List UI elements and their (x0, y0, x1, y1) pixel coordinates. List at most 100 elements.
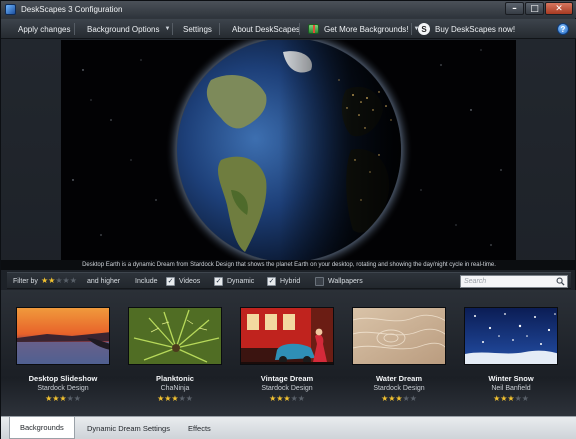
apply-changes-label: Apply changes (18, 24, 71, 34)
card-rating: ★ ★ ★ ★ ★ (343, 395, 455, 403)
videos-check-icon[interactable]: ✓ (166, 276, 175, 286)
background-card[interactable]: Planktonic ChaNinja ★ ★ ★ ★ ★ (119, 304, 231, 412)
star-filled-icon: ★ (45, 394, 53, 403)
tab-backgrounds[interactable]: Backgrounds (9, 417, 75, 439)
star-filled-icon: ★ (52, 394, 60, 403)
filter-bar: Filter by ★ ★ ★ ★ ★ and higher Include ✓ Vid… (7, 272, 571, 289)
bottom-tab-bar: Backgrounds Dynamic Dream Settings Effec… (1, 416, 576, 439)
background-card[interactable]: Vintage Dream Stardock Design ★ ★ ★ ★ ★ (231, 304, 343, 412)
search-icon[interactable] (556, 277, 565, 286)
toolbar-divider (411, 23, 412, 35)
wallpapers-checkbox[interactable]: Wallpapers (315, 273, 363, 289)
hybrid-label: Hybrid (280, 277, 301, 285)
star-empty-icon: ★ (178, 394, 186, 403)
card-title: Desktop Slideshow (28, 374, 98, 383)
star-empty-icon[interactable]: ★ (63, 277, 70, 285)
search-placeholder: Search (464, 278, 487, 285)
background-card[interactable]: Water Dream Stardock Design ★ ★ ★ ★ ★ (343, 304, 455, 412)
background-preview (61, 40, 516, 260)
star-filled-icon[interactable]: ★ (48, 277, 55, 285)
card-author: Stardock Design (37, 385, 89, 392)
wallpapers-check-icon[interactable] (315, 276, 324, 286)
star-empty-icon: ★ (290, 394, 298, 403)
filter-by-label: Filter by (13, 277, 38, 285)
star-empty-icon: ★ (297, 394, 305, 403)
planktonic-thumbnail[interactable] (128, 307, 222, 365)
rating-filter[interactable]: ★ ★ ★ ★ ★ (41, 273, 77, 289)
dynamic-check-icon[interactable]: ✓ (214, 276, 223, 286)
title-bar[interactable]: DeskScapes 3 Configuration – □ ✕ (1, 1, 576, 18)
get-more-label: Get More Backgrounds! (324, 24, 409, 34)
toolbar-divider (219, 23, 220, 35)
card-title: Winter Snow (488, 374, 534, 383)
star-filled-icon: ★ (395, 394, 403, 403)
star-filled-icon: ★ (171, 394, 179, 403)
gift-icon (308, 24, 319, 34)
videos-checkbox[interactable]: ✓ Videos (166, 273, 200, 289)
card-author: ChaNinja (160, 385, 190, 392)
card-title: Water Dream (376, 374, 422, 383)
card-rating: ★ ★ ★ ★ ★ (7, 395, 119, 403)
star-empty-icon: ★ (73, 394, 81, 403)
toolbar: Apply changes Background Options ▼ Setti… (1, 19, 576, 39)
card-rating: ★ ★ ★ ★ ★ (231, 395, 343, 403)
winter-snow-thumbnail[interactable] (464, 307, 558, 365)
card-rating: ★ ★ ★ ★ ★ (455, 395, 567, 403)
tab-dynamic-dream-settings[interactable]: Dynamic Dream Settings (87, 417, 170, 439)
water-dream-thumbnail[interactable] (352, 307, 446, 365)
toolbar-divider (299, 23, 300, 35)
earth-preview-image (61, 40, 516, 260)
chevron-down-icon: ▼ (164, 26, 171, 32)
card-author: Neil Banfield (491, 385, 531, 392)
tab-effects[interactable]: Effects (188, 417, 211, 439)
background-card[interactable]: Desktop Slideshow Stardock Design ★ ★ ★ ★ ★ (7, 304, 119, 412)
help-icon[interactable]: ? (557, 23, 569, 35)
stardock-logo-icon: S (418, 23, 430, 35)
star-empty-icon[interactable]: ★ (55, 277, 62, 285)
star-filled-icon[interactable]: ★ (41, 277, 48, 285)
search-input[interactable]: Search (460, 275, 568, 288)
window-controls: – □ ✕ (505, 2, 573, 15)
star-empty-icon: ★ (66, 394, 74, 403)
background-options-label: Background Options (87, 24, 160, 34)
star-filled-icon: ★ (164, 394, 172, 403)
background-card[interactable]: Winter Snow Neil Banfield ★ ★ ★ ★ ★ (455, 304, 567, 412)
star-filled-icon: ★ (388, 394, 396, 403)
star-filled-icon: ★ (381, 394, 389, 403)
apply-changes-button[interactable]: Apply changes (18, 19, 70, 39)
settings-button[interactable]: Settings (183, 19, 212, 39)
star-filled-icon: ★ (276, 394, 284, 403)
toolbar-divider (172, 23, 173, 35)
close-button[interactable]: ✕ (545, 2, 573, 15)
star-empty-icon: ★ (409, 394, 417, 403)
maximize-button[interactable]: □ (525, 2, 544, 15)
card-author: Stardock Design (261, 385, 313, 392)
star-filled-icon: ★ (157, 394, 165, 403)
desktop-slideshow-thumbnail[interactable] (16, 307, 110, 365)
star-empty-icon: ★ (521, 394, 529, 403)
hybrid-checkbox[interactable]: ✓ Hybrid (267, 273, 300, 289)
vintage-dream-thumbnail[interactable] (240, 307, 334, 365)
star-empty-icon: ★ (185, 394, 193, 403)
settings-label: Settings (183, 24, 212, 34)
star-filled-icon: ★ (269, 394, 277, 403)
star-empty-icon: ★ (402, 394, 410, 403)
videos-label: Videos (179, 277, 201, 285)
star-filled-icon: ★ (59, 394, 67, 403)
background-gallery: Desktop Slideshow Stardock Design ★ ★ ★ ★ ★ (1, 290, 576, 416)
dynamic-checkbox[interactable]: ✓ Dynamic (214, 273, 254, 289)
and-higher-label: and higher (87, 277, 121, 285)
deskscapes-app-icon (5, 4, 16, 15)
star-empty-icon[interactable]: ★ (70, 277, 77, 285)
buy-now-button[interactable]: S Buy DeskScapes now! (418, 19, 515, 39)
preview-caption: Desktop Earth is a dynamic Dream from St… (1, 260, 576, 270)
card-title: Vintage Dream (260, 374, 314, 383)
get-more-backgrounds-menu[interactable]: Get More Backgrounds! ▼ (308, 19, 419, 39)
background-options-menu[interactable]: Background Options ▼ (87, 19, 170, 39)
rating-stars[interactable]: ★ ★ ★ ★ ★ (41, 277, 77, 285)
buy-now-label: Buy DeskScapes now! (435, 24, 516, 34)
about-button[interactable]: About DeskScapes (232, 19, 300, 39)
hybrid-check-icon[interactable]: ✓ (267, 276, 276, 286)
minimize-button[interactable]: – (505, 2, 524, 15)
about-label: About DeskScapes (232, 24, 301, 34)
